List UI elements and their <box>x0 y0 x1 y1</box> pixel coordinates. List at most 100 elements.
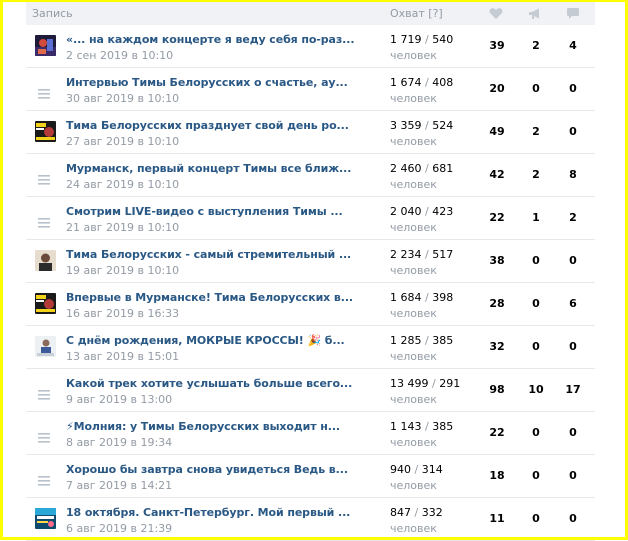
reach-subscribers: 398 <box>432 291 454 304</box>
reach-total: 1 684 <box>390 291 422 304</box>
post-reach: 940 / 314 <box>390 463 443 476</box>
post-reach: 847 / 332 <box>390 506 443 519</box>
post-reach: 1 143 / 385 <box>390 420 454 433</box>
reach-total: 3 359 <box>390 119 422 132</box>
reach-subscribers: 524 <box>432 119 454 132</box>
comments-count: 0 <box>569 426 577 439</box>
reach-unit-label: человек <box>390 49 437 62</box>
post-reach: 2 040 / 423 <box>390 205 454 218</box>
text-post-icon <box>38 84 50 99</box>
comment-icon[interactable] <box>566 7 580 20</box>
table-row[interactable]: «... на каждом концерте я веду себя по-р… <box>26 25 595 68</box>
post-reach: 1 719 / 540 <box>390 33 454 46</box>
post-reach: 3 359 / 524 <box>390 119 454 132</box>
likes-count: 20 <box>489 82 505 95</box>
column-post-header[interactable]: Запись <box>32 7 73 20</box>
post-thumbnail[interactable] <box>35 35 56 56</box>
table-row[interactable]: Впервые в Мурманске! Тима Белорусских в.… <box>26 283 595 326</box>
reach-total: 2 460 <box>390 162 422 175</box>
post-thumbnail[interactable] <box>35 250 56 271</box>
post-reach: 1 684 / 398 <box>390 291 454 304</box>
post-title-link[interactable]: «... на каждом концерте я веду себя по-р… <box>66 33 355 46</box>
text-post-icon <box>38 385 50 400</box>
post-reach: 2 460 / 681 <box>390 162 454 175</box>
shares-count: 0 <box>532 469 540 482</box>
table-row[interactable]: Тима Белорусских - самый стремительный .… <box>26 240 595 283</box>
shares-count: 2 <box>532 168 540 181</box>
post-title-link[interactable]: Смотрим LIVE-видео с выступления Тимы ..… <box>66 205 343 218</box>
comments-count: 0 <box>569 469 577 482</box>
post-title-link[interactable]: Какой трек хотите услышать больше всего.… <box>66 377 352 390</box>
table-row[interactable]: ⚡Молния: у Тимы Белорусских выходит н...… <box>26 412 595 455</box>
post-date: 13 авг 2019 в 15:01 <box>66 350 180 363</box>
post-title-link[interactable]: Хорошо бы завтра снова увидеться Ведь в.… <box>66 463 348 476</box>
table-row[interactable]: С днём рождения, МОКРЫЕ КРОССЫ! 🎉 б... 13… <box>26 326 595 369</box>
reach-total: 1 143 <box>390 420 422 433</box>
post-date: 21 авг 2019 в 10:10 <box>66 221 180 234</box>
reach-subscribers: 291 <box>439 377 461 390</box>
comments-count: 6 <box>569 297 577 310</box>
likes-count: 38 <box>489 254 505 267</box>
post-title-link[interactable]: Мурманск, первый концерт Тимы все ближ..… <box>66 162 351 175</box>
table-row[interactable]: Смотрим LIVE-видео с выступления Тимы ..… <box>26 197 595 240</box>
comments-count: 0 <box>569 82 577 95</box>
likes-count: 22 <box>489 426 505 439</box>
table-row[interactable]: Мурманск, первый концерт Тимы все ближ..… <box>26 154 595 197</box>
post-reach: 1 674 / 408 <box>390 76 454 89</box>
reach-subscribers: 540 <box>432 33 454 46</box>
post-thumbnail[interactable] <box>35 293 56 314</box>
reach-total: 1 719 <box>390 33 422 46</box>
post-thumbnail[interactable] <box>35 508 56 529</box>
post-reach: 1 285 / 385 <box>390 334 454 347</box>
reach-total: 13 499 <box>390 377 429 390</box>
table-row[interactable]: Тима Белорусских празднует свой день ро.… <box>26 111 595 154</box>
reach-unit-label: человек <box>390 178 437 191</box>
reach-subscribers: 332 <box>421 506 443 519</box>
comments-count: 0 <box>569 512 577 525</box>
likes-count: 49 <box>489 125 505 138</box>
reach-unit-label: человек <box>390 479 437 492</box>
reach-unit-label: человек <box>390 221 437 234</box>
post-date: 6 авг 2019 в 21:39 <box>66 522 173 535</box>
reach-subscribers: 314 <box>421 463 443 476</box>
post-date: 19 авг 2019 в 10:10 <box>66 264 180 277</box>
likes-count: 32 <box>489 340 505 353</box>
reach-unit-label: человек <box>390 92 437 105</box>
comments-count: 2 <box>569 211 577 224</box>
post-date: 8 авг 2019 в 19:34 <box>66 436 173 449</box>
megaphone-icon[interactable] <box>528 7 542 20</box>
table-row[interactable]: 18 октября. Санкт-Петербург. Мой первый … <box>26 498 595 541</box>
post-date: 27 авг 2019 в 10:10 <box>66 135 180 148</box>
reach-total: 2 040 <box>390 205 422 218</box>
reach-total: 1 285 <box>390 334 422 347</box>
text-post-icon <box>38 213 50 228</box>
table-row[interactable]: Какой трек хотите услышать больше всего.… <box>26 369 595 412</box>
post-title-link[interactable]: Интервью Тимы Белорусских о счастье, ау.… <box>66 76 348 89</box>
post-title-link[interactable]: Тима Белорусских празднует свой день ро.… <box>66 119 349 132</box>
likes-count: 11 <box>489 512 505 525</box>
post-title-link[interactable]: Тима Белорусских - самый стремительный .… <box>66 248 351 261</box>
reach-subscribers: 681 <box>432 162 454 175</box>
post-thumbnail[interactable] <box>35 121 56 142</box>
column-reach-header[interactable]: Охват [?] <box>390 7 443 20</box>
post-title-link[interactable]: С днём рождения, МОКРЫЕ КРОССЫ! 🎉 б... <box>66 334 345 347</box>
shares-count: 0 <box>532 297 540 310</box>
heart-icon[interactable] <box>489 7 503 20</box>
shares-count: 2 <box>532 125 540 138</box>
post-title-link[interactable]: ⚡Молния: у Тимы Белорусских выходит н... <box>66 420 340 433</box>
table-header: Запись Охват [?] <box>26 2 595 25</box>
shares-count: 0 <box>532 82 540 95</box>
post-title-link[interactable]: 18 октября. Санкт-Петербург. Мой первый … <box>66 506 350 519</box>
shares-count: 0 <box>532 340 540 353</box>
table-row[interactable]: Хорошо бы завтра снова увидеться Ведь в.… <box>26 455 595 498</box>
post-title-link[interactable]: Впервые в Мурманске! Тима Белорусских в.… <box>66 291 353 304</box>
table-row[interactable]: Интервью Тимы Белорусских о счастье, ау.… <box>26 68 595 111</box>
likes-count: 28 <box>489 297 505 310</box>
reach-subscribers: 385 <box>432 420 454 433</box>
text-post-icon <box>38 428 50 443</box>
post-reach: 13 499 / 291 <box>390 377 461 390</box>
posts-table: Запись Охват [?] «... на каждом концерте… <box>26 2 595 541</box>
post-date: 24 авг 2019 в 10:10 <box>66 178 180 191</box>
reach-subscribers: 517 <box>432 248 454 261</box>
post-thumbnail[interactable] <box>35 336 56 357</box>
